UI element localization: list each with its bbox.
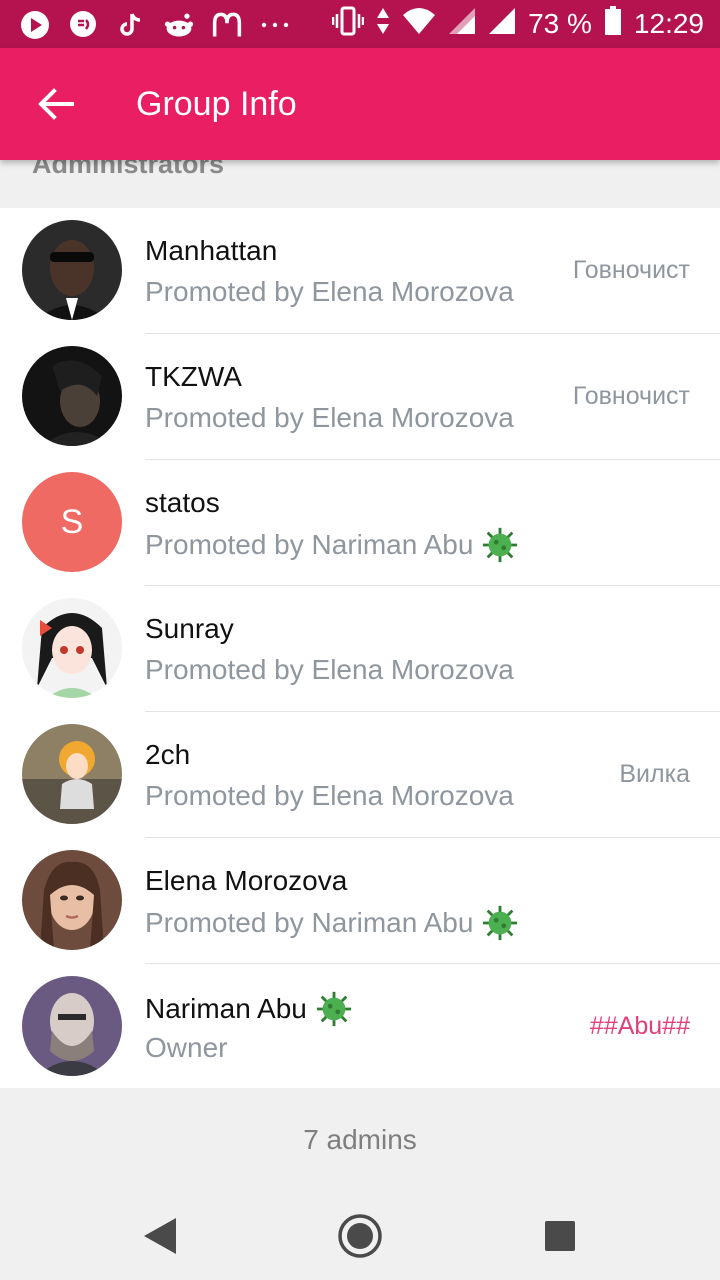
avatar: S	[22, 472, 122, 572]
avatar	[22, 220, 122, 320]
battery-percent: 73 %	[528, 8, 592, 39]
admin-name-row: Nariman Abu	[145, 990, 353, 1028]
admin-name: TKZWA	[145, 361, 242, 392]
admin-rank: Вилка	[619, 760, 690, 788]
status-right-icons: 73 % 12:29	[331, 5, 704, 43]
list-item[interactable]: Manhattan Promoted by Elena Morozova Гов…	[0, 208, 720, 334]
reddit-icon	[164, 10, 194, 40]
nav-back-button[interactable]	[130, 1206, 190, 1266]
admin-name: Manhattan	[145, 235, 278, 266]
admin-rank: Говночист	[572, 256, 690, 284]
admin-subtitle: Promoted by Elena Morozova	[145, 780, 514, 811]
admin-name: Sunray	[145, 613, 234, 644]
triangle-back-icon	[144, 1218, 176, 1254]
virus-emoji-icon	[483, 905, 518, 941]
admin-subtitle-text: Promoted by Nariman Abu	[145, 907, 474, 938]
admin-name: Nariman Abu	[145, 993, 307, 1024]
circle-home-icon	[338, 1214, 382, 1258]
list-item[interactable]: TKZWA Promoted by Elena Morozova Говночи…	[0, 334, 720, 460]
list-item[interactable]: S statos Promoted by Nariman Abu	[0, 460, 720, 586]
admin-count: 7 admins	[0, 1088, 720, 1192]
data-arrows-icon	[376, 6, 390, 43]
vibrate-icon	[331, 6, 365, 43]
wifi-icon	[402, 7, 436, 42]
admin-subtitle: Promoted by Elena Morozova	[145, 402, 514, 433]
admin-list: Manhattan Promoted by Elena Morozova Гов…	[0, 208, 720, 1088]
status-left-icons	[20, 8, 290, 42]
avatar	[22, 976, 122, 1076]
admin-subtitle-text: Promoted by Nariman Abu	[145, 529, 474, 560]
virus-emoji-icon	[316, 991, 351, 1027]
admin-rank: ##Abu##	[589, 1012, 690, 1040]
virus-emoji-icon	[483, 527, 518, 563]
more-icon	[260, 10, 290, 40]
mcdonalds-icon	[212, 10, 242, 40]
system-nav-bar	[0, 1192, 720, 1280]
admin-subtitle: Promoted by Elena Morozova	[145, 654, 514, 685]
avatar	[22, 598, 122, 698]
admin-subtitle: Promoted by Nariman Abu	[145, 526, 519, 564]
admin-name: 2ch	[145, 739, 191, 770]
square-recents-icon	[545, 1221, 575, 1251]
admin-name: statos	[145, 487, 220, 518]
avatar	[22, 346, 122, 446]
arrow-left-icon	[38, 88, 74, 120]
list-item[interactable]: Sunray Promoted by Elena Morozova	[0, 586, 720, 712]
list-item[interactable]: Nariman Abu Owner ##Abu##	[0, 964, 720, 1090]
signal-icon	[448, 7, 476, 42]
list-item[interactable]: 2ch Promoted by Elena Morozova Вилка	[0, 712, 720, 838]
admin-name: Elena Morozova	[145, 865, 348, 896]
admin-subtitle: Promoted by Elena Morozova	[145, 276, 514, 307]
admin-subtitle: Promoted by Nariman Abu	[145, 904, 519, 942]
list-item[interactable]: Elena Morozova Promoted by Nariman Abu	[0, 838, 720, 964]
battery-icon	[604, 5, 622, 43]
admin-rank: Говночист	[572, 382, 690, 410]
app-bar: Group Info	[0, 48, 720, 160]
tiktok-icon	[116, 10, 146, 40]
back-button[interactable]	[36, 82, 76, 126]
nav-home-button[interactable]	[330, 1206, 390, 1266]
messenger-icon	[68, 10, 98, 40]
clock: 12:29	[633, 8, 704, 39]
nav-recents-button[interactable]	[530, 1206, 590, 1266]
play-icon	[20, 10, 50, 40]
status-bar: 73 % 12:29	[0, 0, 720, 48]
signal-icon	[488, 7, 516, 42]
avatar	[22, 724, 122, 824]
page-title: Group Info	[136, 85, 297, 123]
admin-subtitle: Owner	[145, 1032, 228, 1063]
avatar	[22, 850, 122, 950]
